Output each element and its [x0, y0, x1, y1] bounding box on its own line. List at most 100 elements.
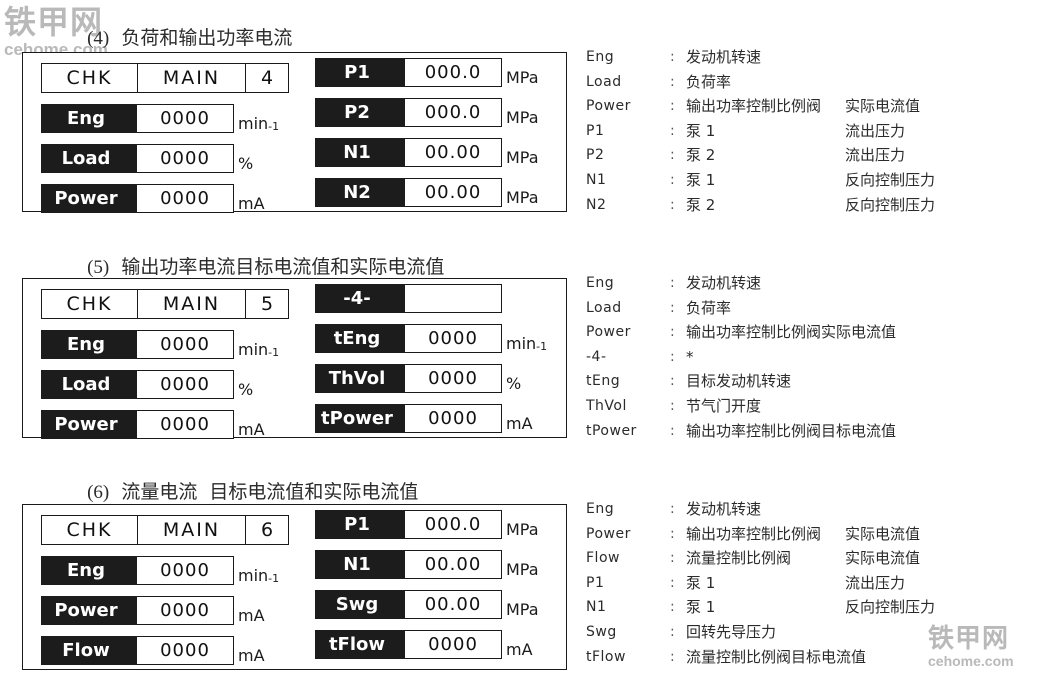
row-value: 0000 [137, 370, 234, 399]
legend-description: 泵 1 [686, 598, 716, 617]
row-unit: MPa [506, 600, 539, 619]
data-row: P2 000.0 MPa [315, 98, 539, 127]
row-unit: min -1 [506, 334, 548, 353]
section-5-left-column: CHK MAIN 5 Eng 0000 min -1 Load 0000 % Po… [41, 289, 289, 439]
section-5-number: (5) [87, 257, 110, 278]
legend-colon: : [670, 373, 675, 390]
row-unit: MPa [506, 560, 539, 579]
legend-description-secondary: 流出压力 [845, 573, 906, 592]
row-label: tPower [315, 404, 405, 433]
row-unit: MPa [506, 148, 539, 167]
legend-colon: : [670, 623, 675, 640]
legend-description-secondary: 实际电流值 [845, 97, 921, 116]
section-6-number: (6) [87, 482, 110, 503]
legend-colon: : [670, 501, 675, 517]
data-row: tPower 0000 mA [315, 404, 547, 433]
row-label: N2 [315, 178, 405, 207]
legend-description-secondary: 反向控制压力 [845, 170, 936, 189]
data-row: P1 000.0 MPa [315, 510, 539, 539]
legend-colon: : [670, 348, 675, 365]
legend-description: 输出功率控制比例阀 [686, 97, 822, 116]
legend-description: 输出功率控制比例阀 [686, 524, 822, 543]
legend-description: 泵 1 [686, 573, 716, 592]
row-unit: mA [238, 420, 265, 439]
watermark-en-text: cehome.com [928, 653, 1014, 669]
row-label: Eng [41, 104, 137, 133]
legend-key: N1 [586, 171, 607, 188]
row-unit: MPa [506, 68, 539, 87]
data-row: Power 0000 mA [41, 596, 289, 625]
legend-colon: : [670, 299, 675, 316]
row-unit: MPa [506, 520, 539, 539]
row-unit: % [506, 374, 522, 393]
legend-colon: : [670, 49, 675, 65]
row-unit: % [238, 154, 254, 173]
row-unit [502, 284, 506, 313]
legend-key: Power [586, 525, 631, 542]
section-4-screen-panel: CHK MAIN 4 Eng 0000 min -1 Load 0000 % Po… [22, 52, 567, 213]
legend-key: Eng [586, 501, 615, 517]
row-unit: mA [238, 606, 265, 625]
screen-index: 4 [260, 67, 274, 89]
legend-description-secondary: 实际电流值 [845, 549, 921, 568]
section-6-title: (6) 流量电流 目标电流值和实际电流值 [75, 464, 418, 503]
section-5-title-text: 输出功率电流目标电流值和实际电流值 [121, 256, 445, 278]
data-row: Load 0000 % [41, 370, 289, 399]
data-row: ThVol 0000 % [315, 364, 547, 393]
legend-colon: : [670, 275, 675, 291]
row-value: 0000 [137, 144, 234, 173]
data-row: N2 00.00 MPa [315, 178, 539, 207]
legend-key: Power [586, 324, 631, 341]
data-row: tFlow 0000 mA [315, 630, 539, 659]
row-value: 0000 [405, 404, 502, 433]
legend-colon: : [670, 73, 675, 90]
data-row: Eng 0000 min -1 [41, 330, 289, 359]
section-6-screen-panel: CHK MAIN 6 Eng 0000 min -1 Power 0000 mA … [22, 504, 567, 670]
row-unit: mA [238, 646, 265, 665]
legend-description: 回转先导压力 [686, 622, 777, 641]
row-value [405, 284, 502, 313]
row-label: Swg [315, 590, 405, 619]
row-unit: MPa [506, 108, 539, 127]
legend-description-secondary: 实际电流值 [845, 524, 921, 543]
row-label: N1 [315, 138, 405, 167]
row-value: 000.0 [405, 58, 502, 87]
row-value: 0000 [405, 324, 502, 353]
row-label: Power [41, 184, 137, 213]
section-5-header-row: CHK MAIN 5 [41, 289, 289, 319]
legend-description-secondary: 反向控制压力 [845, 195, 936, 214]
section-4-title: (4) 负荷和输出功率电流 [75, 10, 292, 49]
legend-description-secondary: 流出压力 [845, 121, 906, 140]
row-label: Load [41, 370, 137, 399]
data-row: N1 00.00 MPa [315, 138, 539, 167]
data-row: Swg 00.00 MPa [315, 590, 539, 619]
screen-index: 6 [260, 519, 274, 541]
row-value: 0000 [405, 630, 502, 659]
row-label: ThVol [315, 364, 405, 393]
legend-description: 发动机转速 [686, 274, 762, 292]
row-label: P1 [315, 58, 405, 87]
legend-colon: : [670, 171, 675, 188]
legend-key: N2 [586, 196, 607, 213]
section-5-right-column: -4- tEng 0000 min -1 ThVol 0000 % tPower … [315, 284, 547, 433]
legend-key: N1 [586, 599, 607, 616]
legend-key: Load [586, 73, 622, 90]
legend-colon: : [670, 648, 675, 665]
legend-key: P1 [586, 574, 605, 591]
section-4-number: (4) [87, 28, 110, 49]
legend-key: -4- [586, 348, 607, 365]
row-label: Eng [41, 556, 137, 585]
main-label: MAIN [138, 290, 246, 318]
legend-colon: : [670, 98, 675, 115]
row-unit: mA [506, 640, 533, 659]
row-unit: mA [238, 194, 265, 213]
legend-colon: : [670, 574, 675, 591]
row-label: Eng [41, 330, 137, 359]
row-label: P2 [315, 98, 405, 127]
legend-key: tEng [586, 373, 621, 390]
row-value: 0000 [137, 410, 234, 439]
legend-colon: : [670, 525, 675, 542]
legend-description: * [686, 347, 694, 366]
row-label: Flow [41, 636, 137, 665]
row-unit: min -1 [238, 114, 280, 133]
